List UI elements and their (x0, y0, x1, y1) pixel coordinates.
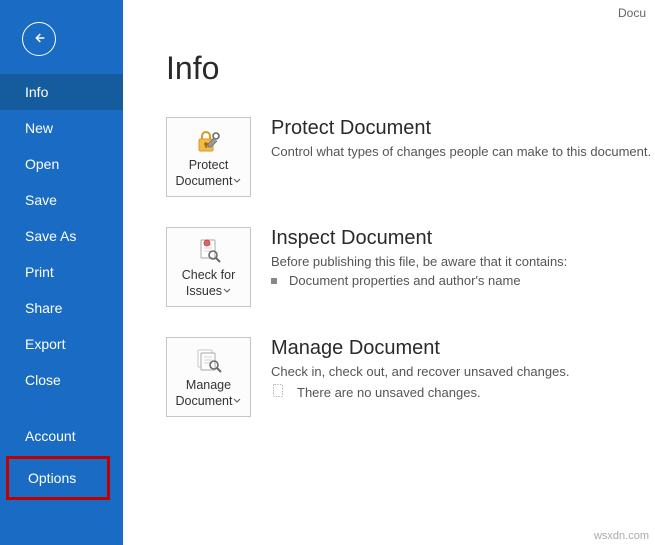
document-title: Docu (618, 6, 646, 20)
nav-close[interactable]: Close (0, 362, 123, 398)
manage-document-button[interactable]: Manage Document (166, 337, 251, 417)
inspect-title: Inspect Document (271, 227, 655, 250)
nav-account[interactable]: Account (0, 418, 123, 454)
nav-save-as[interactable]: Save As (0, 218, 123, 254)
protect-document-button[interactable]: Protect Document (166, 117, 251, 197)
nav-info[interactable]: Info (0, 74, 123, 110)
back-arrow-icon (31, 30, 47, 49)
protect-title: Protect Document (271, 117, 655, 140)
nav-export[interactable]: Export (0, 326, 123, 362)
nav-open[interactable]: Open (0, 146, 123, 182)
document-stack-magnify-icon (194, 346, 224, 376)
page-title: Info (166, 50, 655, 87)
chevron-down-icon (233, 174, 241, 190)
watermark: wsxdn.com (594, 530, 649, 542)
inspect-bullet-text: Document properties and author's name (289, 273, 521, 288)
protect-section: Protect Document Protect Document Contro… (166, 117, 655, 197)
manage-desc: Check in, check out, and recover unsaved… (271, 364, 655, 379)
document-magnify-icon (195, 236, 223, 266)
nav-save[interactable]: Save (0, 182, 123, 218)
manage-button-label: Manage Document (176, 378, 233, 408)
nav-share[interactable]: Share (0, 290, 123, 326)
manage-status-row: There are no unsaved changes. (271, 383, 655, 402)
manage-title: Manage Document (271, 337, 655, 360)
nav-options[interactable]: Options (9, 459, 107, 497)
back-button[interactable] (22, 22, 56, 56)
manage-section: Manage Document Manage Document Check in… (166, 337, 655, 417)
inspect-bullet-row: Document properties and author's name (271, 273, 655, 288)
protect-desc: Control what types of changes people can… (271, 144, 655, 159)
nav-list: Info New Open Save Save As Print Share E… (0, 74, 123, 502)
inspect-desc: Before publishing this file, be aware th… (271, 254, 655, 269)
nav-print[interactable]: Print (0, 254, 123, 290)
main-panel: Docu Info Protect Document (123, 0, 655, 545)
chevron-down-icon (233, 394, 241, 410)
lock-key-icon (194, 126, 224, 156)
chevron-down-icon (223, 284, 231, 300)
backstage-sidebar: Info New Open Save Save As Print Share E… (0, 0, 123, 545)
manage-status-text: There are no unsaved changes. (297, 385, 481, 400)
protect-button-label: Protect Document (176, 158, 233, 188)
options-highlight-box: Options (6, 456, 110, 500)
inspect-section: Check for Issues Inspect Document Before… (166, 227, 655, 307)
check-for-issues-button[interactable]: Check for Issues (166, 227, 251, 307)
bullet-icon (271, 278, 277, 284)
nav-new[interactable]: New (0, 110, 123, 146)
document-outline-icon (271, 383, 287, 402)
